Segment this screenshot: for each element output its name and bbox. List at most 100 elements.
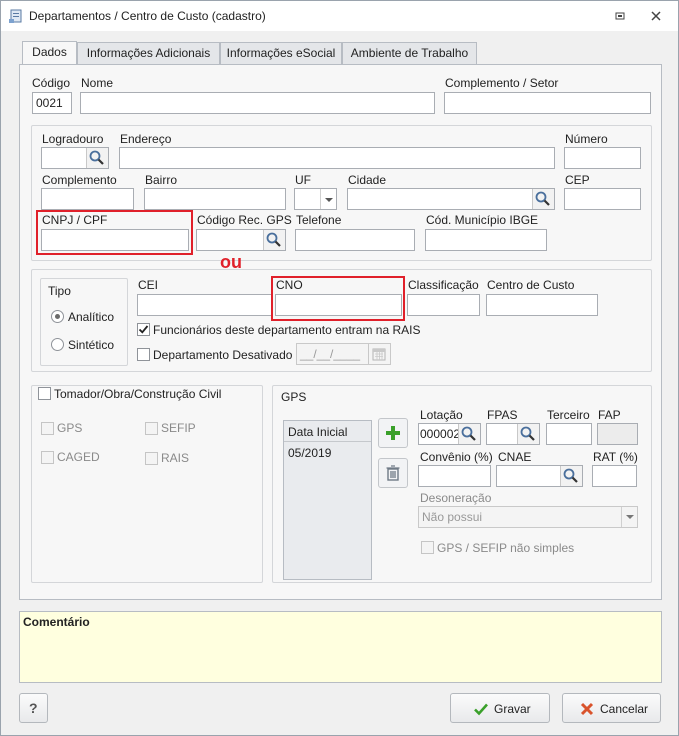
bairro-label: Bairro [145, 173, 178, 187]
fpas-label: FPAS [487, 408, 518, 422]
chevron-down-icon [626, 515, 634, 519]
gravar-button[interactable]: Gravar [450, 693, 550, 723]
window-title: Departamentos / Centro de Custo (cadastr… [29, 9, 266, 23]
delete-gps-period-button[interactable] [378, 458, 408, 488]
tomador-checkbox[interactable] [38, 387, 51, 400]
fpas-input[interactable] [486, 423, 540, 445]
tomador-gps-checkbox [41, 422, 54, 435]
terceiro-input[interactable] [546, 423, 592, 445]
terceiro-label: Terceiro [547, 408, 590, 422]
tipo-analitico-label: Analítico [68, 310, 115, 324]
cno-highlight [271, 276, 405, 321]
cancelar-button[interactable]: Cancelar [562, 693, 661, 723]
cidade-search-button[interactable] [532, 189, 554, 209]
plus-icon [386, 426, 400, 440]
nome-label: Nome [81, 76, 114, 90]
codigo-rec-gps-input[interactable] [196, 229, 286, 251]
search-icon [266, 232, 281, 247]
desoneracao-dropdown-arrow[interactable] [621, 507, 637, 527]
restore-button[interactable] [610, 7, 630, 25]
desoneracao-select[interactable]: Não possui [418, 506, 638, 528]
desoneracao-label: Desoneração [420, 491, 492, 505]
checkmark-icon [474, 703, 488, 716]
date-picker-button[interactable] [368, 344, 390, 364]
gps-group-label: GPS [281, 390, 307, 404]
centro-custo-label: Centro de Custo [487, 278, 575, 292]
rais-checkbox-label: Funcionários deste departamento entram n… [153, 323, 421, 337]
uf-select[interactable] [294, 188, 337, 210]
lotacao-search-button[interactable] [458, 424, 480, 444]
search-icon [563, 468, 578, 483]
cod-municipio-label: Cód. Município IBGE [426, 213, 539, 227]
logradouro-search-button[interactable] [86, 148, 108, 168]
bairro-input[interactable] [144, 188, 286, 210]
cod-municipio-input[interactable] [425, 229, 547, 251]
tomador-rais-label: RAIS [161, 451, 190, 465]
tipo-label: Tipo [48, 284, 71, 298]
help-label: ? [29, 700, 38, 716]
fpas-search-button[interactable] [517, 424, 539, 444]
tab-informacoes-adicionais[interactable]: Informações Adicionais [77, 42, 220, 65]
checkmark-icon [138, 325, 149, 334]
convenio-input[interactable] [418, 465, 491, 487]
tomador-caged-checkbox [41, 451, 54, 464]
cnae-search-button[interactable] [560, 466, 582, 486]
convenio-label: Convênio (%) [420, 450, 493, 464]
rat-input[interactable] [592, 465, 637, 487]
telefone-label: Telefone [296, 213, 342, 227]
cnae-input[interactable] [496, 465, 583, 487]
uf-label: UF [295, 173, 311, 187]
telefone-input[interactable] [295, 229, 415, 251]
cep-input[interactable] [564, 188, 641, 210]
tab-dados[interactable]: Dados [22, 41, 77, 66]
close-window-button[interactable] [646, 7, 666, 25]
endereco-input[interactable] [119, 147, 555, 169]
tab-informacoes-esocial[interactable]: Informações eSocial [220, 42, 342, 65]
nome-input[interactable] [80, 92, 435, 114]
comment-label: Comentário [23, 615, 90, 629]
help-button[interactable]: ? [19, 693, 48, 723]
desoneracao-value: Não possui [422, 510, 483, 524]
fap-label: FAP [598, 408, 621, 422]
complemento-label: Complemento [42, 173, 117, 187]
tomador-sefip-checkbox [145, 422, 158, 435]
tab-ambiente-de-trabalho[interactable]: Ambiente de Trabalho [342, 42, 477, 65]
tomador-checkbox-label: Tomador/Obra/Construção Civil [54, 387, 225, 401]
rais-checkbox[interactable] [137, 323, 150, 336]
gps-sefip-label: GPS / SEFIP não simples [437, 541, 575, 555]
gps-list-row[interactable]: 05/2019 [284, 443, 371, 463]
search-icon [520, 426, 535, 441]
logradouro-input[interactable] [41, 147, 109, 169]
desativado-checkbox[interactable] [137, 348, 150, 361]
lotacao-input[interactable]: 000002 [418, 423, 481, 445]
comment-area[interactable]: Comentário [19, 611, 662, 683]
classificacao-label: Classificação [408, 278, 479, 292]
cei-label: CEI [138, 278, 159, 292]
gps-periods-list[interactable]: Data Inicial 05/2019 [283, 420, 372, 580]
codigo-rec-gps-search-button[interactable] [263, 230, 285, 250]
window-app-icon [9, 9, 22, 23]
gps-list-header: Data Inicial [284, 422, 371, 442]
add-gps-period-button[interactable] [378, 418, 408, 448]
classificacao-input[interactable] [407, 294, 480, 316]
uf-dropdown-arrow[interactable] [320, 189, 336, 209]
dados-panel: Código 0021 Nome Complemento / Setor Log… [19, 64, 662, 600]
centro-custo-input[interactable] [486, 294, 598, 316]
tipo-analitico-radio[interactable] [51, 310, 64, 323]
tomador-caged-label: CAGED [57, 450, 100, 464]
codigo-input[interactable]: 0021 [32, 92, 72, 114]
complemento-setor-input[interactable] [444, 92, 651, 114]
cei-input[interactable] [137, 294, 273, 316]
tipo-sintetico-label: Sintético [68, 338, 115, 352]
desativado-date-input[interactable]: __/__/____ [296, 343, 391, 365]
close-icon [651, 11, 661, 21]
numero-input[interactable] [564, 147, 641, 169]
cnpj-cpf-highlight [36, 210, 193, 255]
tipo-sintetico-radio[interactable] [51, 338, 64, 351]
cidade-input[interactable] [347, 188, 555, 210]
gps-sefip-checkbox [421, 541, 434, 554]
complemento-input[interactable] [41, 188, 134, 210]
search-icon [535, 191, 550, 206]
chevron-down-icon [325, 198, 333, 202]
fap-input [597, 423, 638, 445]
